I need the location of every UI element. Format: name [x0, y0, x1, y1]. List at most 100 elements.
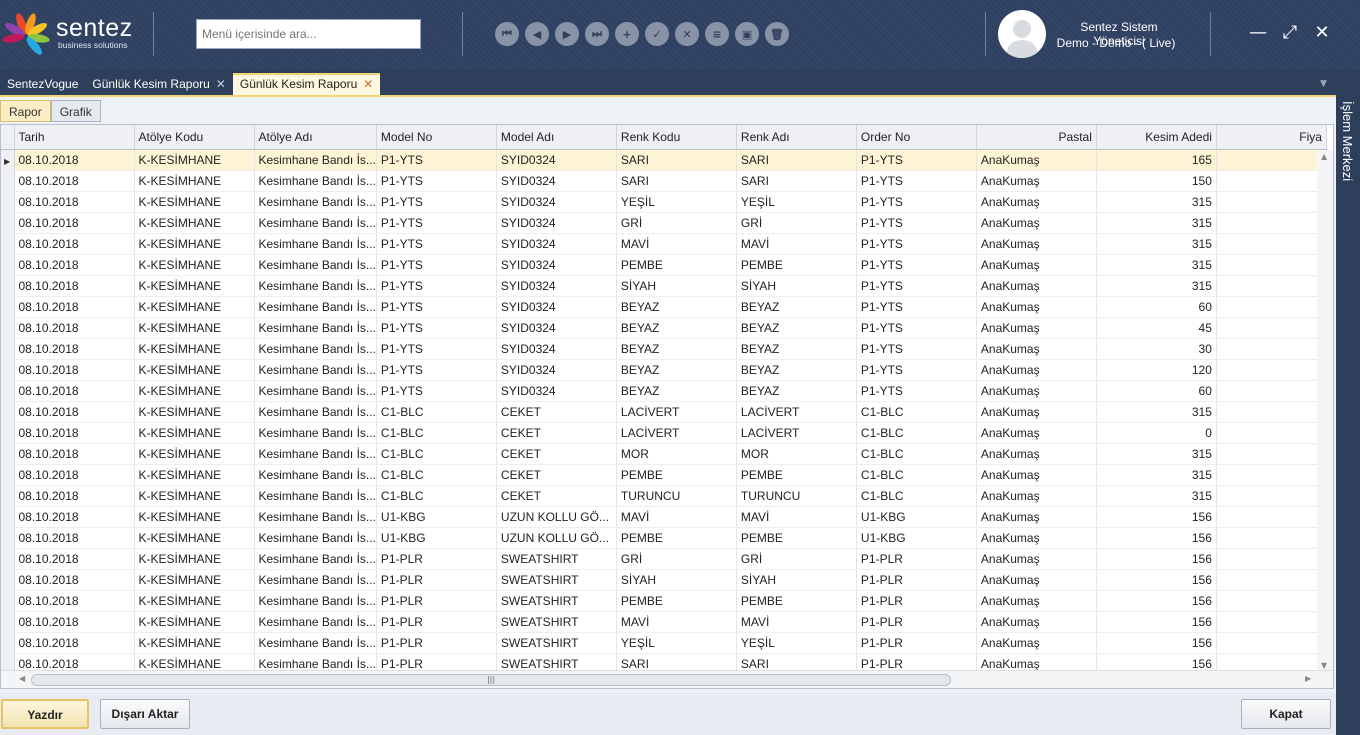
table-cell[interactable]: GRİ [736, 212, 857, 234]
table-cell[interactable]: SYID0324 [496, 233, 617, 255]
table-cell[interactable]: K-KESİMHANE [134, 506, 255, 528]
table-cell[interactable]: Kesimhane Bandı İs... [254, 380, 377, 402]
row-indicator[interactable] [1, 506, 15, 528]
table-cell[interactable]: CEKET [496, 464, 617, 486]
table-cell[interactable]: K-KESİMHANE [134, 611, 255, 633]
row-indicator[interactable] [1, 233, 15, 255]
row-indicator[interactable] [1, 485, 15, 507]
table-cell[interactable] [1216, 632, 1327, 654]
table-cell[interactable]: 08.10.2018 [14, 254, 135, 276]
table-cell[interactable] [1216, 149, 1327, 171]
table-cell[interactable]: K-KESİMHANE [134, 464, 255, 486]
maximize-icon[interactable]: ⤢ [1277, 20, 1303, 46]
table-cell[interactable]: 30 [1096, 338, 1217, 360]
table-cell[interactable]: AnaKumaş [976, 506, 1097, 528]
close-window-icon[interactable]: ✕ [1309, 20, 1335, 46]
table-cell[interactable]: SYID0324 [496, 317, 617, 339]
table-cell[interactable]: 0 [1096, 422, 1217, 444]
table-cell[interactable] [1216, 527, 1327, 549]
table-cell[interactable]: PEMBE [736, 464, 857, 486]
table-cell[interactable]: Kesimhane Bandı İs... [254, 338, 377, 360]
table-cell[interactable]: AnaKumaş [976, 485, 1097, 507]
table-cell[interactable]: MAVİ [616, 611, 737, 633]
table-cell[interactable]: K-KESİMHANE [134, 296, 255, 318]
table-cell[interactable]: P1-PLR [856, 611, 977, 633]
table-cell[interactable]: YEŞİL [736, 191, 857, 213]
scroll-right-icon[interactable]: ▶ [1305, 674, 1311, 683]
approve-icon[interactable]: ✓ [645, 22, 669, 46]
table-row[interactable]: 08.10.2018 K-KESİMHANE Kesimhane Bandı İs.… [1, 443, 1327, 465]
table-cell[interactable] [1216, 212, 1327, 234]
table-cell[interactable]: AnaKumaş [976, 548, 1097, 570]
table-cell[interactable]: Kesimhane Bandı İs... [254, 212, 377, 234]
table-cell[interactable]: BEYAZ [616, 317, 737, 339]
last-record-icon[interactable]: ⏭ [585, 22, 609, 46]
table-cell[interactable]: SWEATSHIRT [496, 611, 617, 633]
table-cell[interactable]: MAVİ [616, 233, 737, 255]
row-indicator[interactable] [1, 170, 15, 192]
table-row[interactable]: 08.10.2018 K-KESİMHANE Kesimhane Bandı İs.… [1, 212, 1327, 234]
table-cell[interactable]: 08.10.2018 [14, 548, 135, 570]
table-cell[interactable]: AnaKumaş [976, 422, 1097, 444]
table-cell[interactable]: P1-YTS [376, 191, 497, 213]
tab-close-icon[interactable]: ✕ [216, 77, 226, 95]
table-cell[interactable]: AnaKumaş [976, 254, 1097, 276]
table-cell[interactable]: Kesimhane Bandı İs... [254, 590, 377, 612]
table-cell[interactable]: PEMBE [616, 464, 737, 486]
table-cell[interactable]: MAVİ [736, 233, 857, 255]
table-cell[interactable]: SWEATSHIRT [496, 569, 617, 591]
table-cell[interactable]: CEKET [496, 422, 617, 444]
table-cell[interactable]: 08.10.2018 [14, 149, 135, 171]
table-cell[interactable]: 120 [1096, 359, 1217, 381]
table-cell[interactable]: AnaKumaş [976, 275, 1097, 297]
table-cell[interactable]: SWEATSHIRT [496, 590, 617, 612]
tabs-dropdown-icon[interactable]: ▼ [1320, 79, 1327, 89]
table-cell[interactable] [1216, 611, 1327, 633]
column-header[interactable]: Order No [856, 125, 977, 150]
table-cell[interactable]: P1-YTS [856, 149, 977, 171]
tab-gunluk-kesim-raporu-active[interactable]: Günlük Kesim Raporu ✕ [232, 73, 381, 95]
table-cell[interactable]: PEMBE [736, 527, 857, 549]
table-cell[interactable]: K-KESİMHANE [134, 422, 255, 444]
table-cell[interactable]: SYID0324 [496, 170, 617, 192]
table-cell[interactable]: 08.10.2018 [14, 275, 135, 297]
table-cell[interactable]: 08.10.2018 [14, 443, 135, 465]
table-cell[interactable]: PEMBE [736, 590, 857, 612]
table-cell[interactable]: K-KESİMHANE [134, 254, 255, 276]
table-cell[interactable]: C1-BLC [376, 422, 497, 444]
table-cell[interactable]: Kesimhane Bandı İs... [254, 485, 377, 507]
table-cell[interactable]: K-KESİMHANE [134, 401, 255, 423]
table-cell[interactable]: CEKET [496, 485, 617, 507]
table-cell[interactable]: 156 [1096, 632, 1217, 654]
table-cell[interactable]: K-KESİMHANE [134, 149, 255, 171]
row-indicator[interactable] [1, 590, 15, 612]
table-cell[interactable]: 156 [1096, 548, 1217, 570]
table-cell[interactable]: GRİ [736, 548, 857, 570]
table-cell[interactable]: C1-BLC [856, 485, 977, 507]
tab-close-icon[interactable]: ✕ [363, 77, 373, 95]
table-cell[interactable]: P1-YTS [376, 338, 497, 360]
export-icon[interactable]: ▣ [735, 22, 759, 46]
table-row[interactable]: 08.10.2018 K-KESİMHANE Kesimhane Bandı İs.… [1, 296, 1327, 318]
table-cell[interactable]: Kesimhane Bandı İs... [254, 254, 377, 276]
table-cell[interactable]: 08.10.2018 [14, 380, 135, 402]
table-cell[interactable]: 315 [1096, 254, 1217, 276]
table-cell[interactable]: 08.10.2018 [14, 359, 135, 381]
table-cell[interactable]: 08.10.2018 [14, 569, 135, 591]
scroll-up-icon[interactable]: ▲ [1321, 152, 1327, 161]
table-cell[interactable]: YEŞİL [736, 632, 857, 654]
column-header[interactable]: Renk Adı [736, 125, 857, 150]
table-row[interactable]: 08.10.2018 K-KESİMHANE Kesimhane Bandı İs.… [1, 254, 1327, 276]
table-cell[interactable]: Kesimhane Bandı İs... [254, 632, 377, 654]
table-cell[interactable] [1216, 506, 1327, 528]
column-header[interactable]: Atölye Adı [254, 125, 377, 150]
table-cell[interactable]: K-KESİMHANE [134, 632, 255, 654]
print-button[interactable]: Yazdır [1, 699, 89, 729]
table-cell[interactable]: PEMBE [736, 254, 857, 276]
table-cell[interactable]: MAVİ [736, 611, 857, 633]
row-indicator[interactable] [1, 632, 15, 654]
table-cell[interactable]: SYID0324 [496, 359, 617, 381]
tab-gunluk-kesim-raporu[interactable]: Günlük Kesim Raporu ✕ [85, 73, 232, 95]
table-cell[interactable]: 156 [1096, 527, 1217, 549]
table-cell[interactable] [1216, 359, 1327, 381]
